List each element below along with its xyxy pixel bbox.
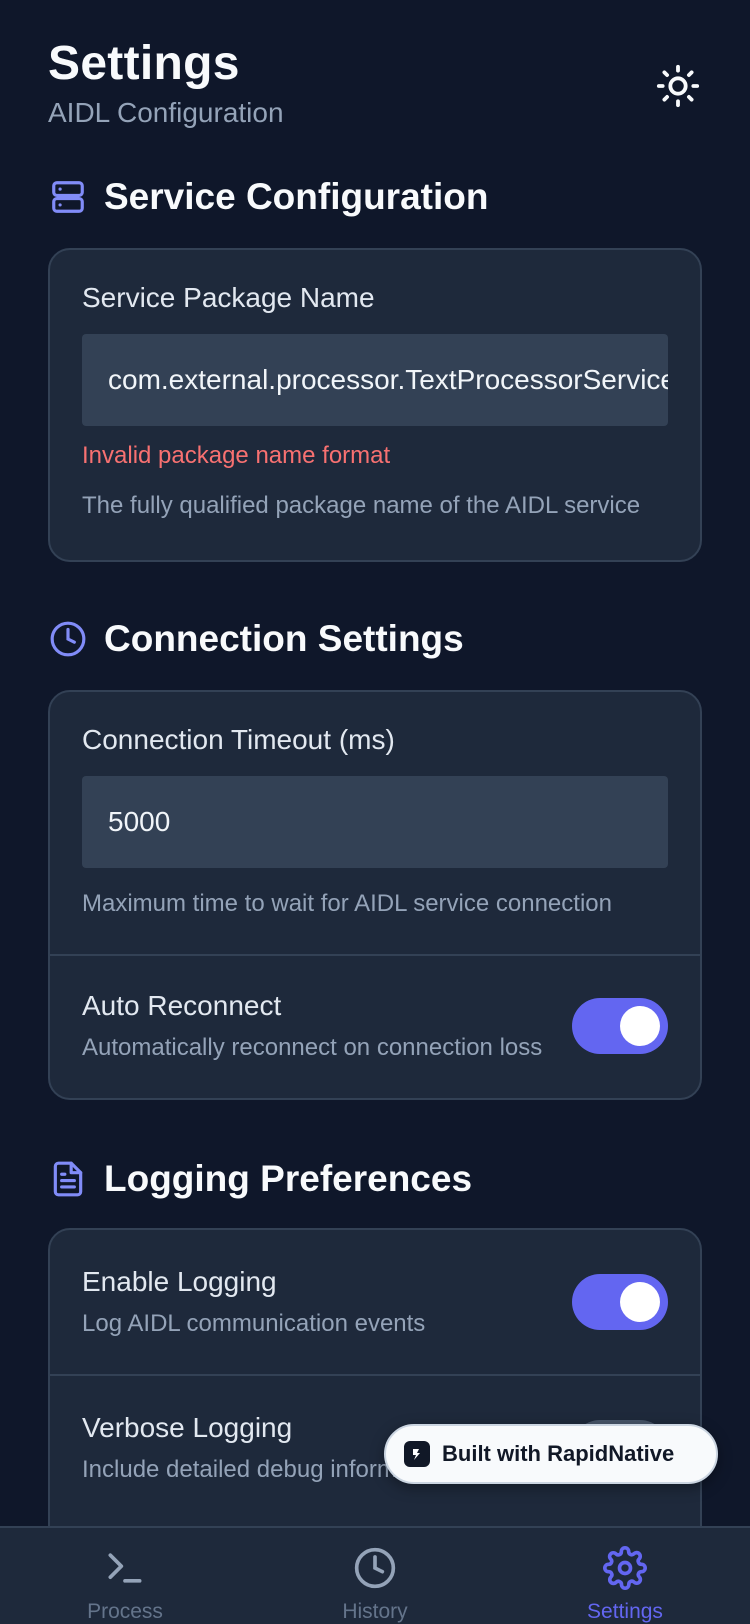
page-title: Settings <box>48 37 240 90</box>
page-subtitle: AIDL Configuration <box>48 97 284 128</box>
logging-preferences-card: Enable Logging Log AIDL communication ev… <box>48 1228 702 1568</box>
service-config-card: Service Package Name com.external.proces… <box>48 248 702 562</box>
clock-icon <box>275 1544 475 1592</box>
server-icon <box>48 177 88 217</box>
file-text-icon <box>48 1159 88 1199</box>
package-name-error: Invalid package name format <box>82 442 391 469</box>
toggle-knob <box>620 1006 660 1046</box>
terminal-icon <box>25 1544 225 1592</box>
auto-reconnect-toggle[interactable] <box>572 998 668 1054</box>
tab-label: History <box>342 1600 408 1623</box>
enable-logging-toggle[interactable] <box>572 1274 668 1330</box>
theme-toggle-button[interactable] <box>654 62 702 110</box>
section-title: Connection Settings <box>104 618 464 659</box>
enable-logging-row: Enable Logging Log AIDL communication ev… <box>50 1230 700 1374</box>
section-title: Logging Preferences <box>104 1158 473 1199</box>
tab-history[interactable]: History <box>275 1544 475 1624</box>
sun-icon <box>656 64 700 108</box>
auto-reconnect-row: Auto Reconnect Automatically reconnect o… <box>50 956 700 1096</box>
toggle-knob <box>620 1282 660 1322</box>
rapidnative-logo-icon <box>404 1441 430 1467</box>
enable-logging-desc: Log AIDL communication events <box>82 1310 426 1337</box>
section-connection-settings: Connection Settings <box>48 618 464 660</box>
clock-icon <box>48 619 88 659</box>
auto-reconnect-title: Auto Reconnect <box>82 990 282 1021</box>
page-header: Settings AIDL Configuration <box>48 36 702 129</box>
package-name-label: Service Package Name <box>82 282 375 313</box>
built-with-badge[interactable]: Built with RapidNative <box>384 1424 718 1484</box>
tab-label: Settings <box>587 1600 663 1623</box>
package-name-help: The fully qualified package name of the … <box>82 492 641 519</box>
timeout-input[interactable]: 5000 <box>82 776 668 868</box>
section-logging-preferences: Logging Preferences <box>48 1158 472 1200</box>
tab-process[interactable]: Process <box>25 1544 225 1624</box>
enable-logging-title: Enable Logging <box>82 1266 277 1297</box>
package-name-input[interactable]: com.external.processor.TextProcessorServ… <box>82 334 668 426</box>
badge-text: Built with RapidNative <box>442 1441 675 1466</box>
tab-settings[interactable]: Settings <box>525 1544 725 1624</box>
section-service-configuration: Service Configuration <box>48 176 488 218</box>
tab-label: Process <box>87 1600 163 1623</box>
gear-icon <box>525 1544 725 1592</box>
section-title: Service Configuration <box>104 176 489 217</box>
timeout-label: Connection Timeout (ms) <box>82 724 395 755</box>
timeout-help: Maximum time to wait for AIDL service co… <box>82 890 612 917</box>
connection-settings-card: Connection Timeout (ms) 5000 Maximum tim… <box>48 690 702 1100</box>
auto-reconnect-desc: Automatically reconnect on connection lo… <box>82 1034 543 1061</box>
bottom-tab-bar: Process History Settings <box>0 1526 750 1624</box>
